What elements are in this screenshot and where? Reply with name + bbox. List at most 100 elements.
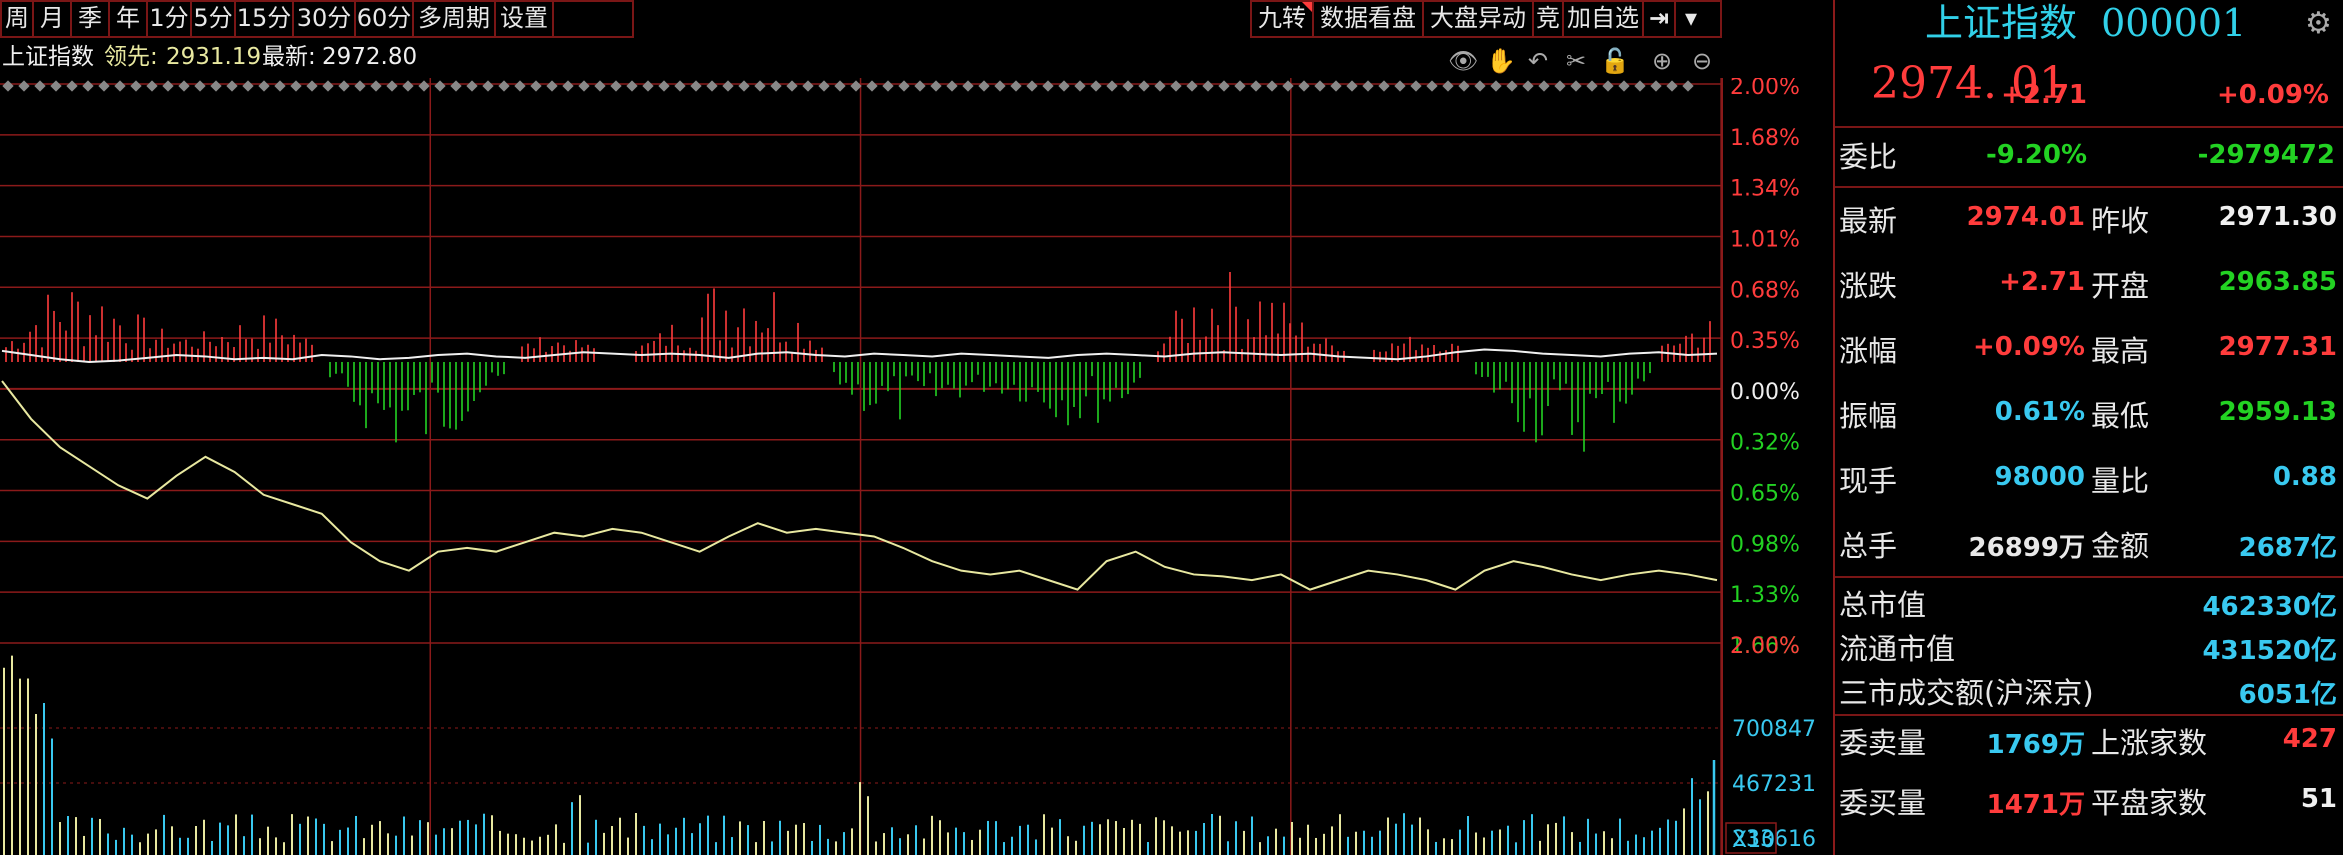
- period-button-5[interactable]: 5分: [192, 0, 236, 36]
- diamond-marker: [642, 80, 654, 92]
- diamond-marker: [1106, 80, 1118, 92]
- diamond-marker: [1362, 80, 1374, 92]
- zoom-out-icon[interactable]: ⊖: [1688, 47, 1716, 75]
- lead-value: 2931.19: [166, 44, 262, 70]
- intraday-chart: 2.00% 1.68% 1.34% 1.01% 0.68% 0.35% 0.00% 0.32%…: [0, 78, 1816, 855]
- diamond-marker: [146, 80, 158, 92]
- lead-label: 领先:: [104, 44, 158, 70]
- diamond-marker: [738, 80, 750, 92]
- diamond-marker: [786, 80, 798, 92]
- divider: [1835, 714, 2343, 716]
- diamond-marker: [530, 80, 542, 92]
- volume-axis-label: 700847: [1732, 717, 1816, 742]
- diamond-marker: [930, 80, 942, 92]
- price-axis-label: 1.68%: [1730, 126, 1800, 151]
- diamond-marker: [1410, 80, 1422, 92]
- diamond-marker: [1186, 80, 1198, 92]
- price-axis-label: 1.33%: [1730, 583, 1800, 608]
- quote-label: 涨幅: [1839, 334, 1898, 368]
- undo-icon[interactable]: ↶: [1524, 47, 1552, 75]
- quote-value: 98000: [1994, 462, 2085, 492]
- diamond-marker: [818, 80, 830, 92]
- quote-label: 最新: [1839, 204, 1898, 238]
- quote-value: 2977.31: [2218, 332, 2337, 362]
- diamond-marker: [1666, 80, 1678, 92]
- period-button-4[interactable]: 1分: [148, 0, 192, 36]
- quote-label: 总手: [1839, 529, 1898, 563]
- tool-button-1[interactable]: 数据看盘: [1314, 0, 1424, 36]
- tool-button-3[interactable]: 竞: [1534, 0, 1564, 36]
- cap-label: 三市成交额(沪深京): [1839, 676, 2094, 710]
- diamond-marker: [1234, 80, 1246, 92]
- order-value: 1769万: [1986, 730, 2085, 760]
- divider: [1835, 576, 2343, 578]
- diamond-marker: [1138, 80, 1150, 92]
- quote-value: +0.09%: [1973, 332, 2085, 362]
- period-button-8[interactable]: 60分: [356, 0, 414, 36]
- period-button-3[interactable]: 年: [110, 0, 148, 36]
- hand-icon[interactable]: ✋: [1486, 47, 1516, 75]
- divider: [1835, 186, 2343, 188]
- diamond-marker: [1586, 80, 1598, 92]
- diamond-marker: [1522, 80, 1534, 92]
- diamond-marker: [402, 80, 414, 92]
- diamond-marker: [866, 80, 878, 92]
- diamond-marker: [162, 80, 174, 92]
- diamond-marker: [770, 80, 782, 92]
- diamond-marker: [834, 80, 846, 92]
- diamond-marker: [754, 80, 766, 92]
- price-axis-label: 0.32%: [1730, 431, 1800, 456]
- lock-icon[interactable]: 🔓: [1600, 47, 1630, 75]
- quote-value: 2963.85: [2218, 267, 2337, 297]
- diamond-marker: [1650, 80, 1662, 92]
- diamond-marker: [1602, 80, 1614, 92]
- quote-label: 昨收: [2091, 204, 2150, 238]
- quote-label: 最高: [2091, 334, 2150, 368]
- zoom-in-icon[interactable]: ⊕: [1648, 47, 1676, 75]
- diamond-marker: [1490, 80, 1502, 92]
- diamond-marker: [1538, 80, 1550, 92]
- chevron-down-icon[interactable]: ▾: [1676, 0, 1706, 36]
- period-button-6[interactable]: 15分: [236, 0, 294, 36]
- diamond-marker: [82, 80, 94, 92]
- diamond-marker: [482, 80, 494, 92]
- diamond-marker: [1218, 80, 1230, 92]
- diamond-marker: [1554, 80, 1566, 92]
- diamond-marker: [626, 80, 638, 92]
- period-button-2[interactable]: 季: [72, 0, 110, 36]
- expand-arrow-icon[interactable]: ⇥: [1644, 0, 1676, 36]
- diamond-marker: [578, 80, 590, 92]
- diamond-marker: [466, 80, 478, 92]
- period-button-0[interactable]: 周: [2, 0, 34, 36]
- period-button-1[interactable]: 月: [34, 0, 72, 36]
- latest-value: 2972.80: [322, 44, 418, 70]
- quote-label: 涨跌: [1839, 269, 1898, 303]
- price-axis-label: 1.01%: [1730, 227, 1800, 252]
- index-name: 上证指数: [2, 44, 94, 70]
- diamond-marker: [18, 80, 30, 92]
- order-value: 51: [2300, 784, 2337, 814]
- period-button-9[interactable]: 多周期: [414, 0, 496, 36]
- eye-icon[interactable]: 👁: [1448, 47, 1478, 75]
- period-toolbar: 周月季年 1分 5分 15分 30分 60分 多周期 设置 九转 数据看盘 大盘异动竞加自选 ⇥ ▾: [0, 0, 1722, 38]
- period-button-10[interactable]: 设置: [496, 0, 554, 36]
- gear-icon[interactable]: ⚙: [2305, 6, 2332, 41]
- price-axis-label: 2.00%: [1730, 78, 1800, 100]
- period-button-7[interactable]: 30分: [294, 0, 356, 36]
- latest-label: 最新:: [262, 44, 316, 70]
- order-value: 1471万: [1986, 790, 2085, 820]
- quote-label: 现手: [1839, 464, 1898, 498]
- diamond-marker: [210, 80, 222, 92]
- signal-marker-icon: [1302, 2, 1312, 12]
- diamond-marker: [226, 80, 238, 92]
- diamond-marker: [594, 80, 606, 92]
- diamond-marker: [690, 80, 702, 92]
- quote-value: +2.71: [1999, 267, 2085, 297]
- tool-button-4[interactable]: 加自选: [1564, 0, 1644, 36]
- scissors-icon[interactable]: ✂: [1562, 47, 1590, 75]
- diamond-marker: [1250, 80, 1262, 92]
- diamond-marker: [514, 80, 526, 92]
- tool-button-2[interactable]: 大盘异动: [1424, 0, 1534, 36]
- volume-axis-label: 467231: [1732, 772, 1816, 797]
- diamond-marker: [1506, 80, 1518, 92]
